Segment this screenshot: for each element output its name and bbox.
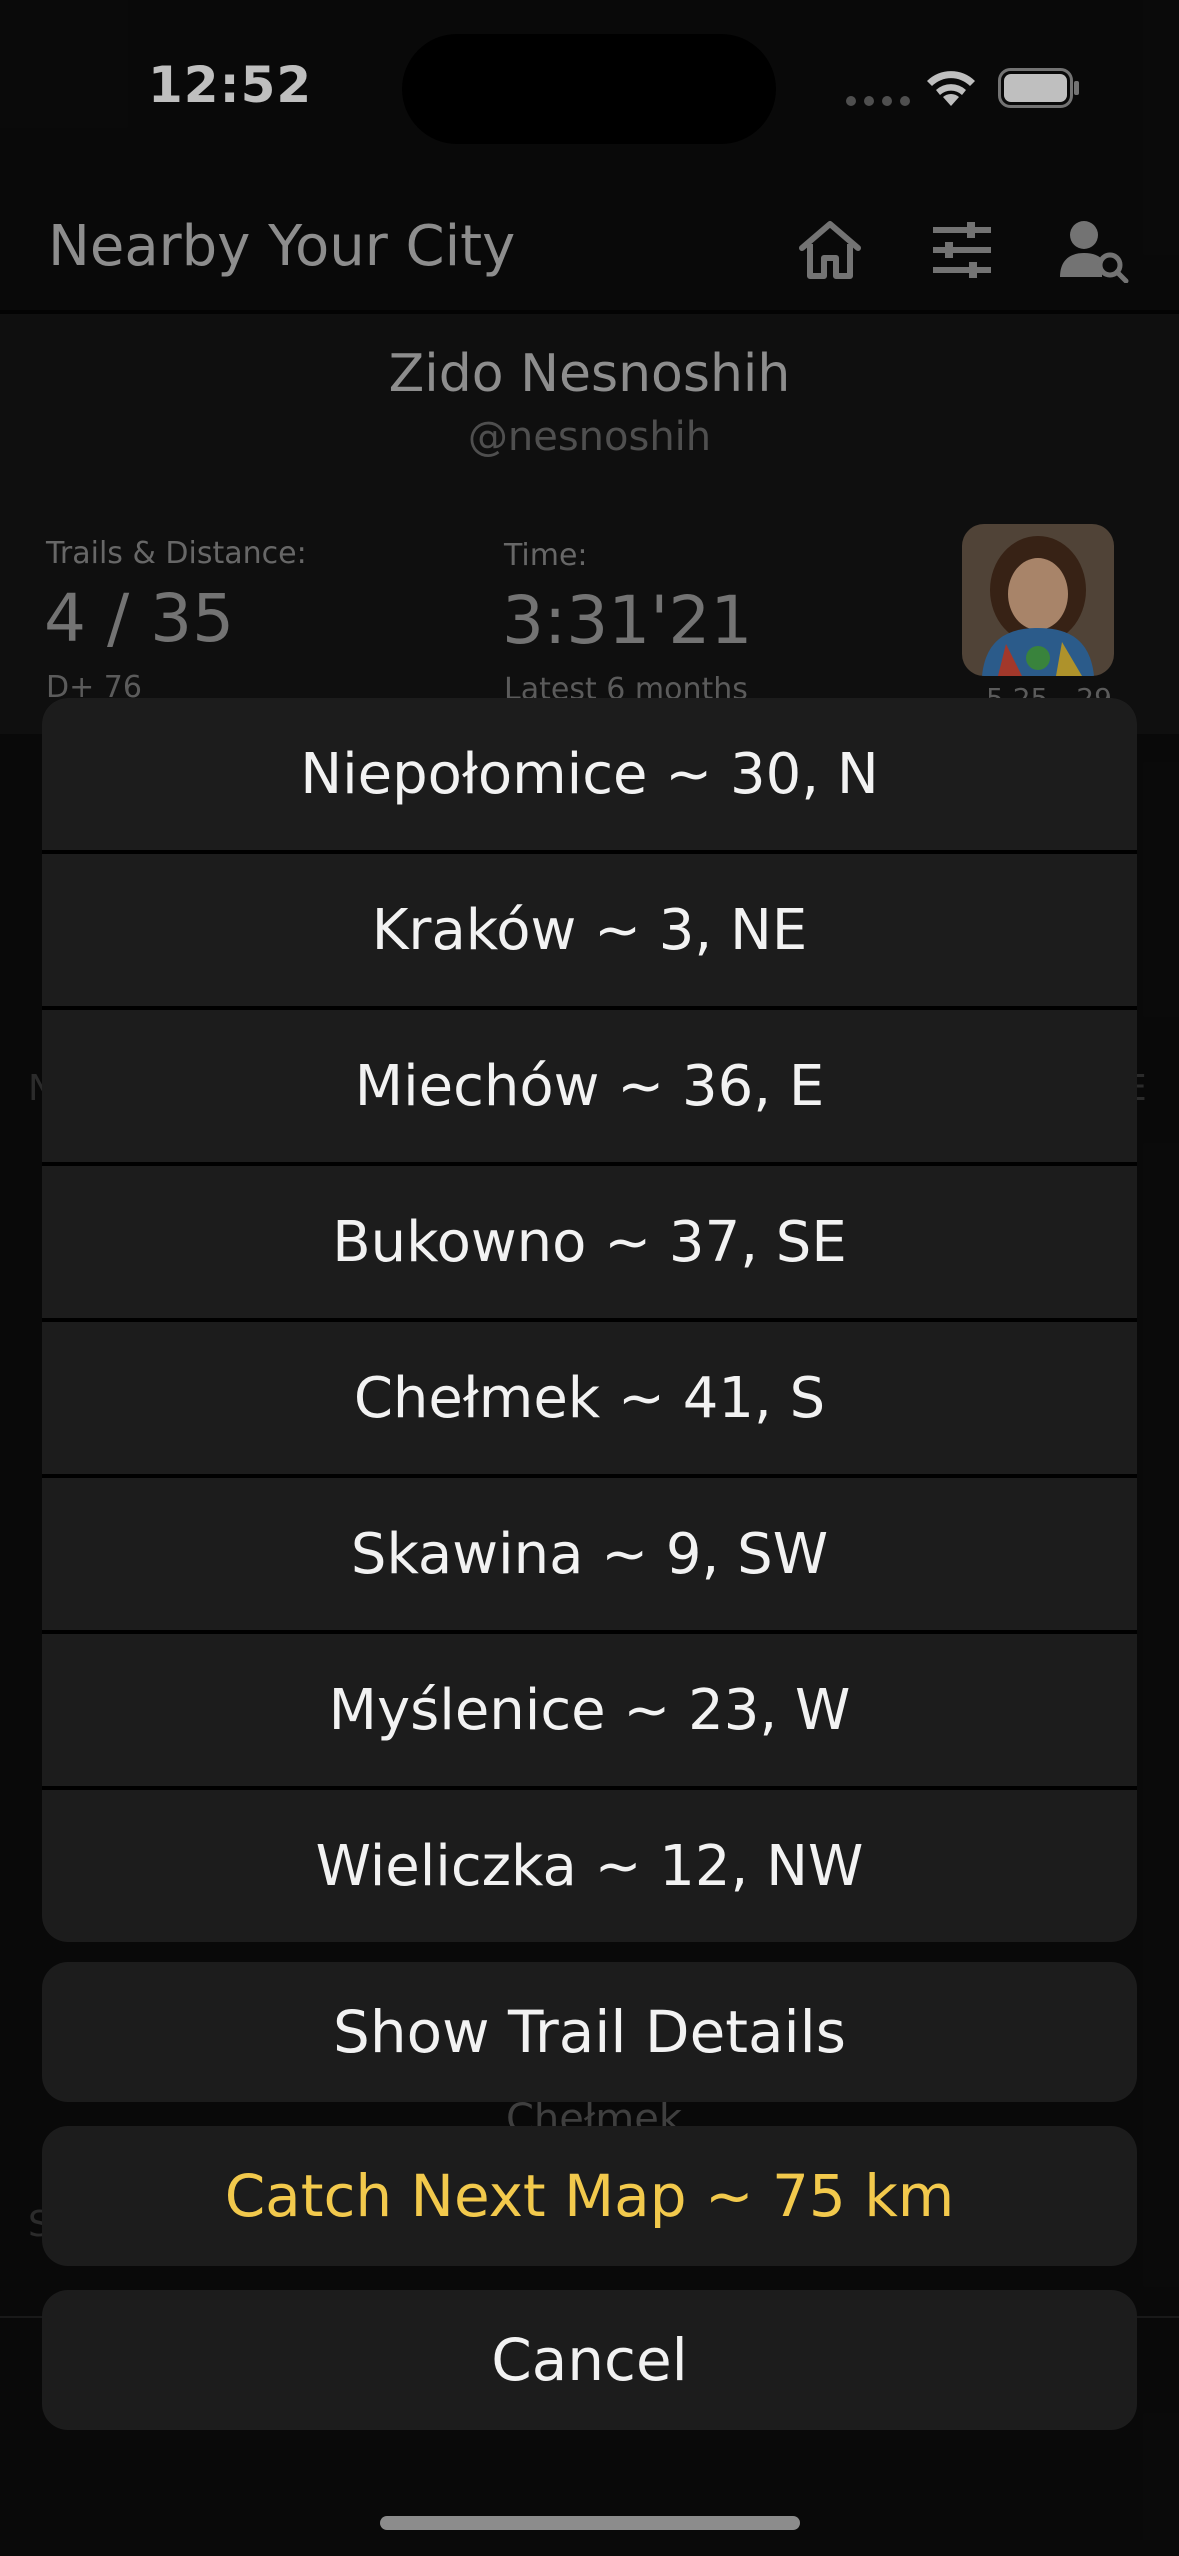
show-trail-details-button[interactable]: Show Trail Details — [42, 1962, 1137, 2102]
sheet-option-niepolomice[interactable]: Niepołomice ~ 30, N — [42, 698, 1137, 850]
home-indicator[interactable] — [380, 2516, 800, 2530]
sheet-option-krakow[interactable]: Kraków ~ 3, NE — [42, 854, 1137, 1006]
sheet-option-chelmek[interactable]: Chełmek ~ 41, S — [42, 1322, 1137, 1474]
sheet-option-miechow[interactable]: Miechów ~ 36, E — [42, 1010, 1137, 1162]
sheet-option-skawina[interactable]: Skawina ~ 9, SW — [42, 1478, 1137, 1630]
sheet-option-myslenice[interactable]: Myślenice ~ 23, W — [42, 1634, 1137, 1786]
city-action-sheet: Niepołomice ~ 30, N Kraków ~ 3, NE Miech… — [42, 698, 1137, 1942]
sheet-option-bukowno[interactable]: Bukowno ~ 37, SE — [42, 1166, 1137, 1318]
catch-next-map-button[interactable]: Catch Next Map ~ 75 km — [42, 2126, 1137, 2266]
cancel-button[interactable]: Cancel — [42, 2290, 1137, 2430]
sheet-option-wieliczka[interactable]: Wieliczka ~ 12, NW — [42, 1790, 1137, 1942]
